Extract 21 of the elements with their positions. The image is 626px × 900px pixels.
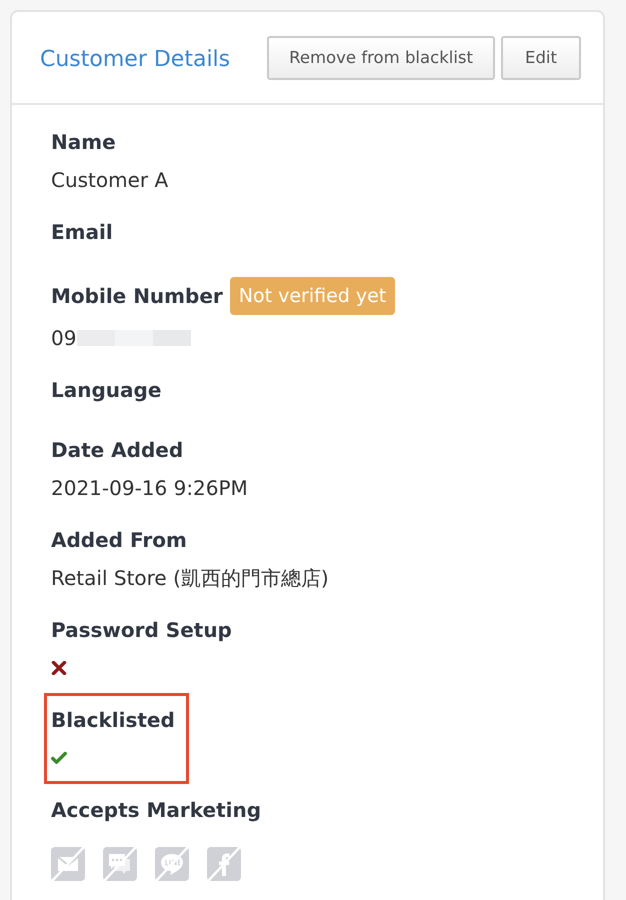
field-label: Accepts Marketing	[51, 797, 262, 824]
status-badge: Not verified yet	[230, 277, 396, 315]
edit-button[interactable]: Edit	[501, 36, 581, 80]
field-label: Name	[51, 129, 116, 156]
remove-from-blacklist-button[interactable]: Remove from blacklist	[267, 36, 495, 80]
field-label: Blacklisted	[51, 707, 175, 734]
field-label: Added From	[51, 527, 187, 554]
field-label: Date Added	[51, 437, 184, 464]
card-title: Customer Details	[40, 47, 230, 72]
field-label: Email	[51, 219, 113, 246]
field-value: 2021-09-16 9:26PM	[51, 475, 248, 502]
speech-bubble-icon[interactable]	[155, 847, 189, 881]
envelope-icon[interactable]	[51, 847, 85, 881]
field-label: Mobile Number	[51, 283, 223, 310]
field-value: Customer A	[51, 167, 168, 194]
field-value: Retail Store (凱西的門市總店)	[51, 565, 329, 592]
field-value: 09	[51, 325, 76, 352]
field-label: Password Setup	[51, 617, 232, 644]
letter-f-icon[interactable]	[207, 847, 241, 881]
chat-bubbles-icon[interactable]	[103, 847, 137, 881]
field-label: Language	[51, 377, 162, 404]
